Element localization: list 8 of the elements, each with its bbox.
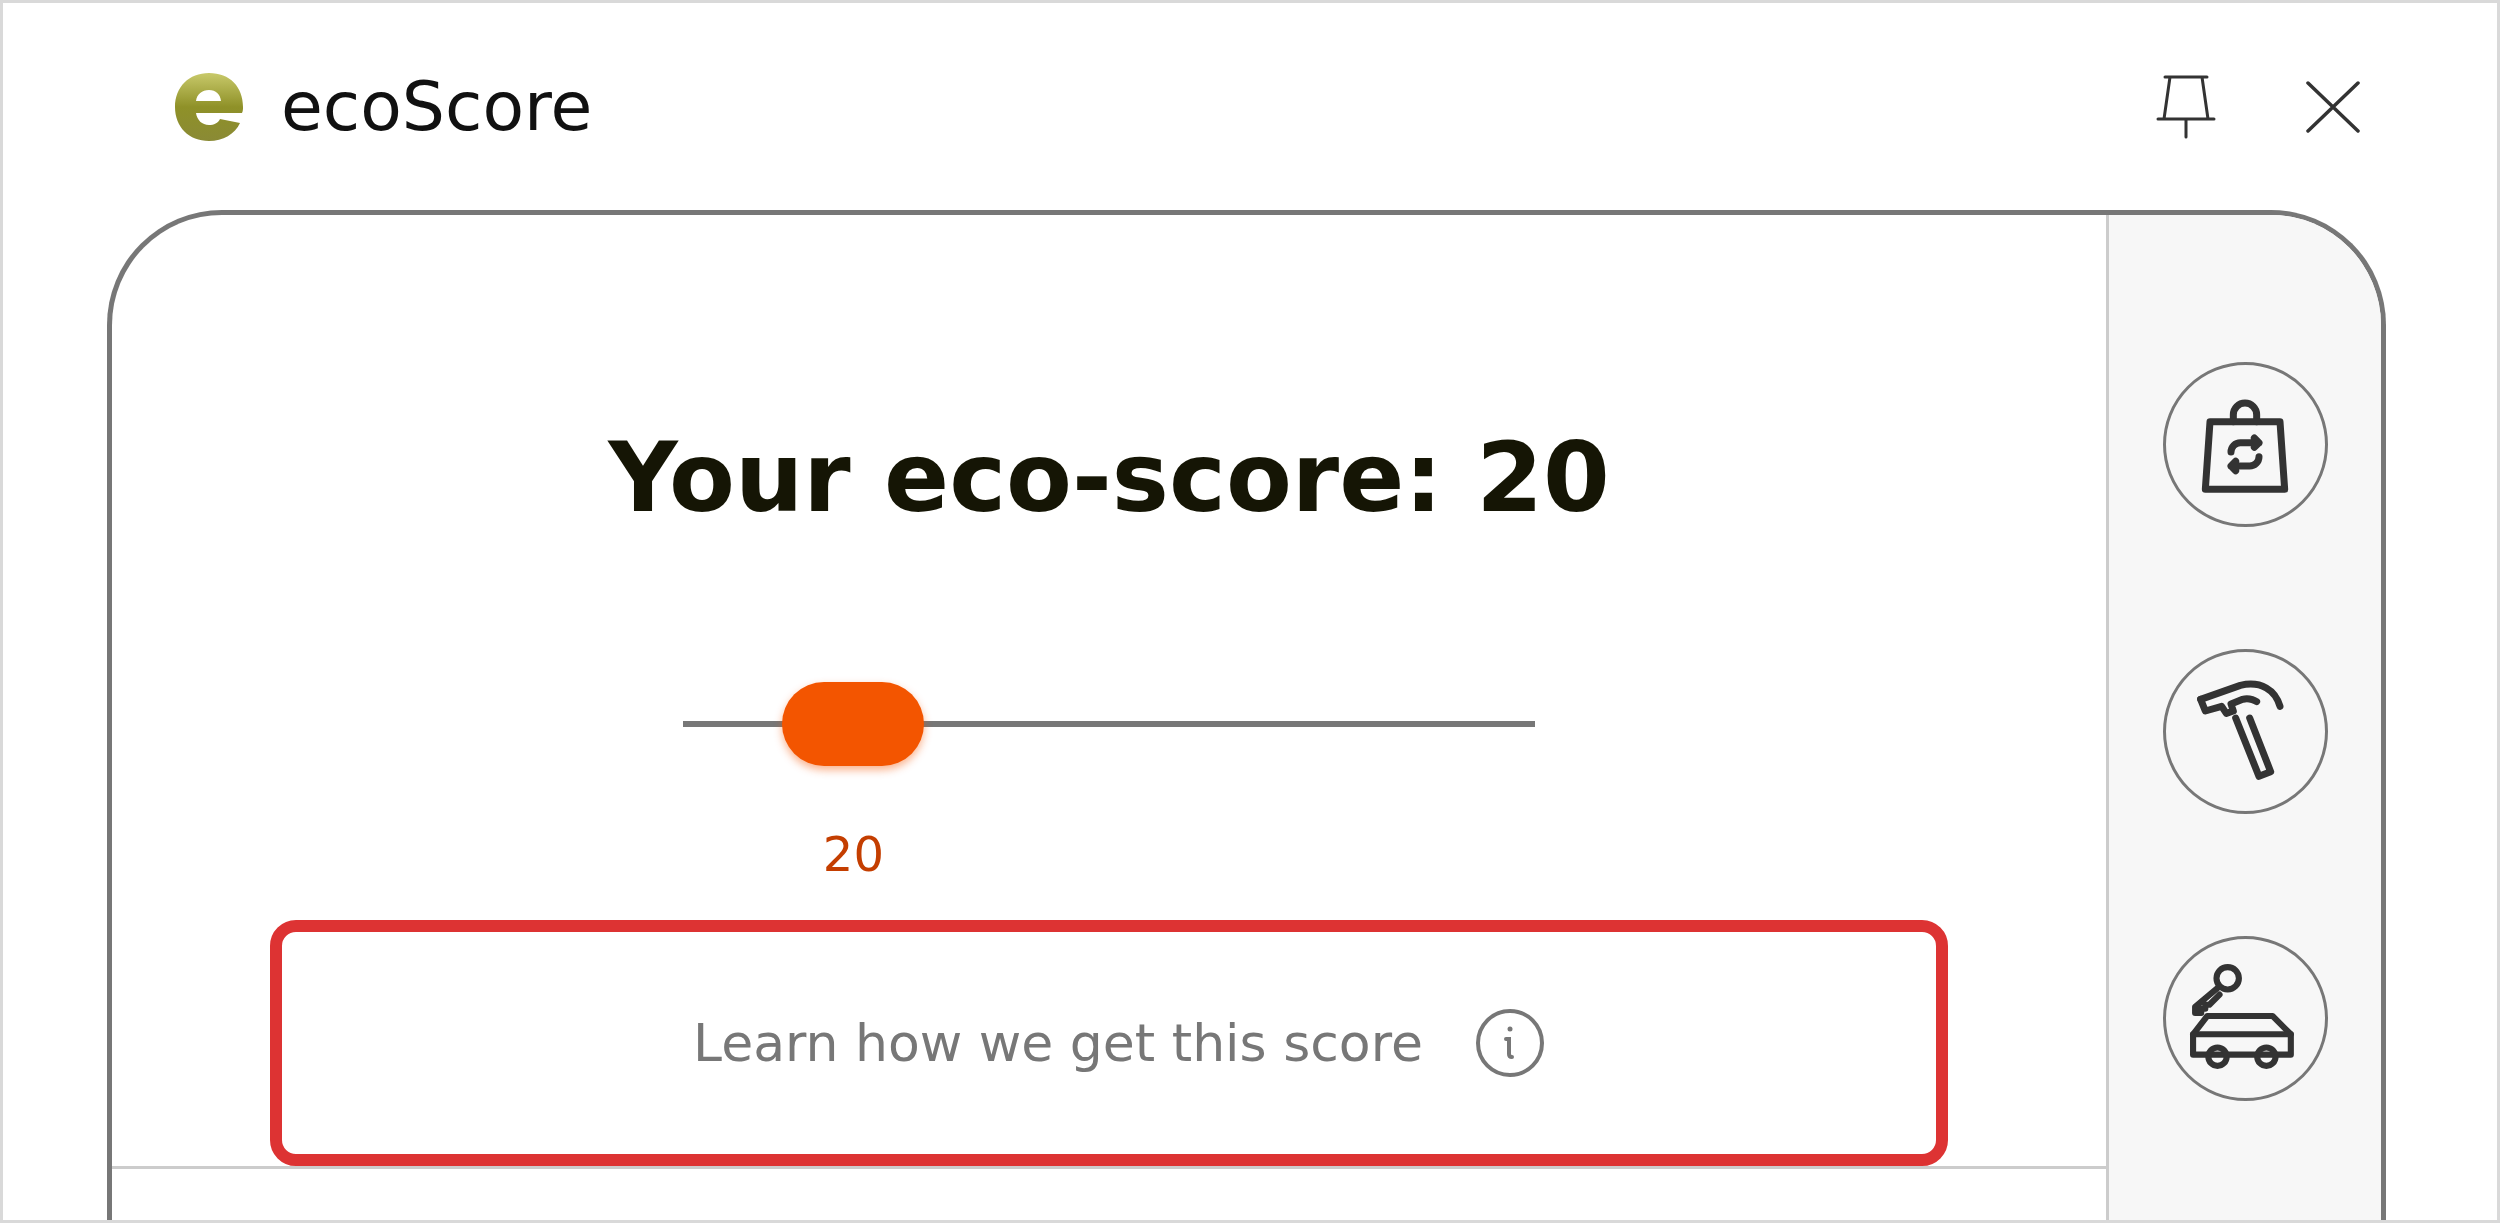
logo-icon (173, 70, 245, 143)
score-title: Your eco-score: 20 (608, 428, 1610, 528)
slider-thumb[interactable] (782, 682, 925, 766)
app-name: ecoScore (281, 67, 593, 146)
close-icon[interactable] (2305, 80, 2361, 133)
info-icon (1474, 1008, 1545, 1078)
score-value: 20 (822, 825, 884, 884)
learn-button[interactable]: Learn how we get this score (270, 920, 1948, 1166)
